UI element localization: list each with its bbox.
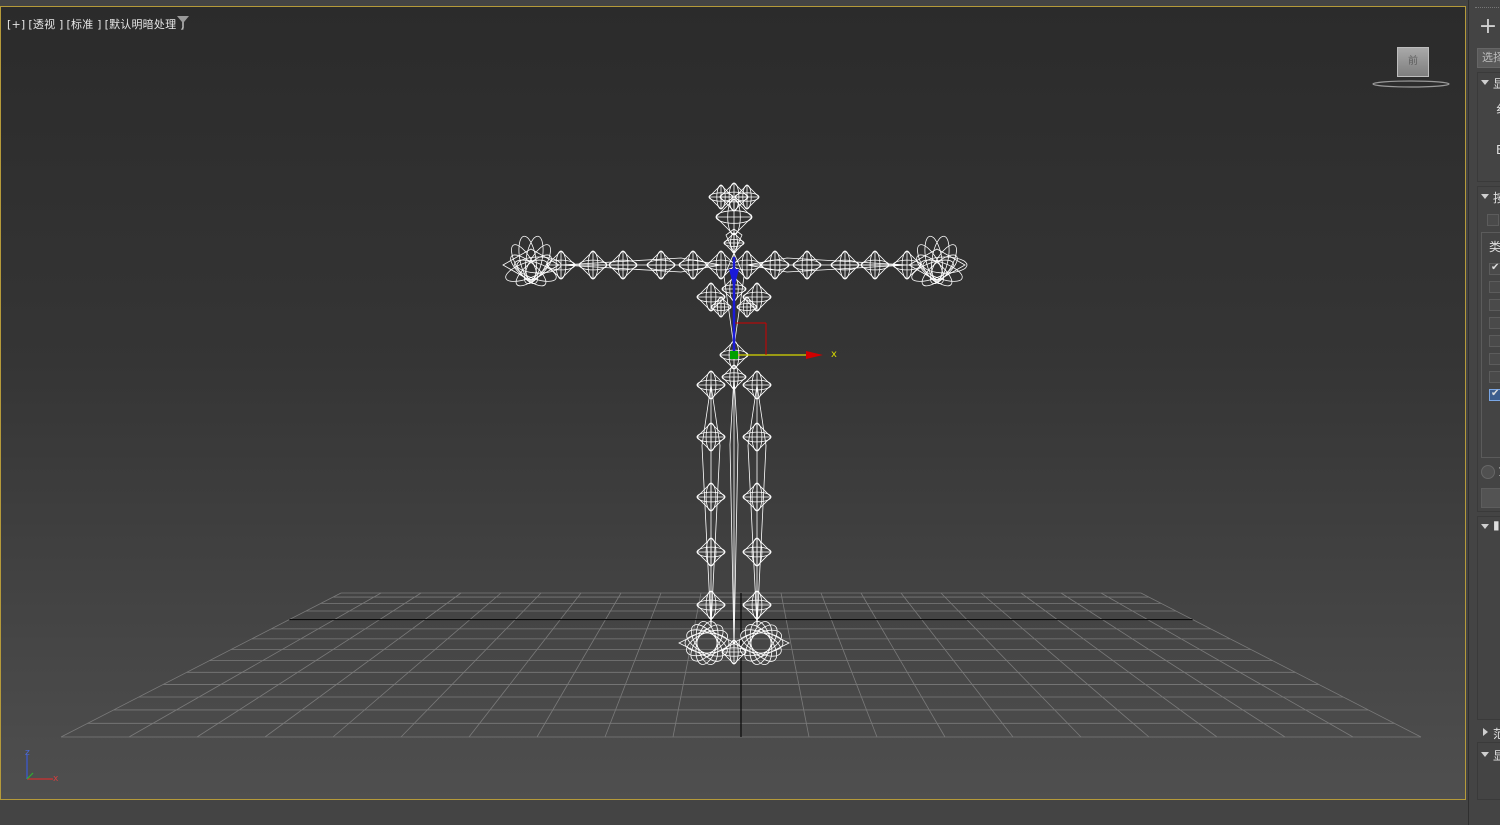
grid-line xyxy=(1060,592,1286,738)
viewcube-front-face[interactable]: 前 xyxy=(1397,47,1429,77)
grid-center-axes xyxy=(289,593,1193,737)
bone-node xyxy=(742,590,772,620)
bone-node xyxy=(696,422,726,452)
rollout-2-checkbox[interactable] xyxy=(1487,214,1499,226)
grid-line xyxy=(900,592,1014,738)
foot-bones xyxy=(678,620,736,666)
rollout-expand-icon[interactable] xyxy=(1483,728,1488,736)
command-panel-grip[interactable] xyxy=(1475,7,1500,11)
bone-node xyxy=(742,422,772,452)
category-checkbox[interactable] xyxy=(1489,317,1500,329)
grid-line xyxy=(1140,592,1422,738)
rollout-1-item-b: E xyxy=(1496,143,1500,157)
viewcube[interactable]: 前 xyxy=(1371,47,1451,95)
scene-canvas[interactable]: x xyxy=(1,7,1466,800)
category-checkbox-selected[interactable] xyxy=(1489,388,1500,401)
rollout-4-title[interactable]: 范 xyxy=(1493,725,1500,742)
grid-line xyxy=(940,592,1082,738)
category-checkbox[interactable] xyxy=(1489,353,1500,365)
bone-node xyxy=(696,590,726,620)
bone-node xyxy=(696,482,726,512)
grid-line xyxy=(536,592,622,738)
grid-line xyxy=(780,592,810,738)
viewcube-compass-ring[interactable] xyxy=(1371,77,1451,91)
grid-line xyxy=(820,592,878,738)
grid-line xyxy=(604,592,662,738)
category-checkbox[interactable] xyxy=(1489,299,1500,311)
toe-bone xyxy=(690,624,724,662)
bone-node xyxy=(723,232,745,254)
bone-segment xyxy=(729,376,739,648)
selection-set-field[interactable]: 选择 xyxy=(1477,48,1500,68)
rollout-collapse-icon[interactable] xyxy=(1481,80,1489,85)
toe-bone xyxy=(744,624,778,662)
rollout-5-title[interactable]: 显 xyxy=(1493,747,1500,764)
gizmo-x-label: x xyxy=(831,349,837,360)
toe-bone xyxy=(749,621,773,665)
toe-bone xyxy=(695,621,719,665)
axis-tripod-icon: z x xyxy=(25,749,59,784)
rollout-3-title[interactable]: ▮ xyxy=(1493,518,1500,532)
category-list-header: 类 xyxy=(1489,240,1500,254)
rollout-1-title[interactable]: 显 xyxy=(1493,75,1500,92)
category-checkbox[interactable] xyxy=(1489,281,1500,293)
grid-line xyxy=(332,592,502,738)
grid-line xyxy=(60,592,342,738)
rollout-collapse-icon[interactable] xyxy=(1481,752,1489,757)
grid-line xyxy=(1020,592,1218,738)
tripod-x-label: x xyxy=(53,774,59,784)
bone-node xyxy=(742,537,772,567)
grid-line xyxy=(468,592,582,738)
add-icon[interactable]: + xyxy=(1477,16,1499,38)
category-checkbox[interactable] xyxy=(1489,335,1500,347)
grid-line xyxy=(264,592,462,738)
panel-button[interactable] xyxy=(1481,488,1500,508)
transform-gizmo: x xyxy=(729,257,837,360)
rollout-2-title[interactable]: 按 xyxy=(1493,189,1500,206)
category-checkbox[interactable] xyxy=(1489,371,1500,383)
grid-line xyxy=(980,592,1150,738)
grid-line xyxy=(196,592,422,738)
grid-line xyxy=(128,592,382,738)
bone-node xyxy=(736,296,758,318)
tripod-z-label: z xyxy=(25,749,30,758)
rollout-collapse-icon[interactable] xyxy=(1481,524,1489,529)
rollout-3 xyxy=(1477,516,1500,720)
biped-skeleton-wireframe xyxy=(502,182,968,666)
bone-node xyxy=(710,296,732,318)
grid-line xyxy=(400,592,542,738)
grid-line xyxy=(860,592,946,738)
category-checkbox[interactable] xyxy=(1489,262,1500,275)
perspective-viewport[interactable]: [+] [透视 ] [标准 ] [默认明暗处理 ] x 前 z x xyxy=(0,6,1466,800)
bone-node xyxy=(742,482,772,512)
radio-button[interactable] xyxy=(1481,465,1495,479)
hand-fingers xyxy=(908,235,968,287)
rollout-1-item-a: 纟 xyxy=(1496,100,1500,117)
grid-line xyxy=(1100,592,1354,738)
command-panel: + 选择 显 纟 E 按 类 1 ▮ 范 显 xyxy=(1468,0,1500,825)
hand-fingers xyxy=(502,235,562,287)
grid-line xyxy=(672,592,702,738)
bone-node xyxy=(696,537,726,567)
rollout-collapse-icon[interactable] xyxy=(1481,194,1489,199)
